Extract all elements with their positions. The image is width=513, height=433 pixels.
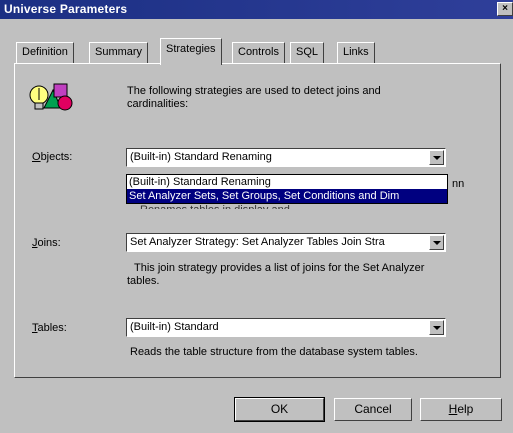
joins-select-value: Set Analyzer Strategy: Set Analyzer Tabl… [130, 236, 385, 248]
tables-label: Tables: [32, 322, 67, 334]
objects-dropdown-list[interactable]: (Built-in) Standard Renaming Set Analyze… [126, 174, 448, 204]
objects-dropdown-button[interactable] [429, 150, 444, 165]
joins-label: Joins: [32, 237, 61, 249]
close-button[interactable]: × [497, 2, 513, 16]
chevron-down-icon [433, 156, 441, 160]
cancel-button[interactable]: Cancel [334, 398, 412, 421]
ok-button[interactable]: OK [234, 397, 325, 422]
tab-sql[interactable]: SQL [290, 42, 325, 63]
help-button[interactable]: Help [420, 398, 502, 421]
objects-option-standard-renaming[interactable]: (Built-in) Standard Renaming [127, 175, 447, 189]
strategies-icon [29, 83, 73, 111]
tab-links[interactable]: Links [337, 42, 375, 63]
objects-select-value: (Built-in) Standard Renaming [130, 151, 272, 163]
universe-parameters-dialog: Universe Parameters × Definition Summary… [0, 0, 513, 433]
tables-dropdown-button[interactable] [429, 320, 444, 335]
intro-line-2: cardinalities: [127, 98, 189, 110]
tab-summary[interactable]: Summary [89, 42, 149, 63]
joins-description-line-2: tables. [127, 275, 160, 287]
tables-select-value: (Built-in) Standard [130, 321, 219, 333]
tab-definition[interactable]: Definition [16, 42, 74, 63]
objects-option-set-analyzer[interactable]: Set Analyzer Sets, Set Groups, Set Condi… [127, 189, 447, 203]
objects-description-hidden: Renames tables in display and [140, 204, 290, 209]
window-title: Universe Parameters [4, 2, 128, 16]
intro-line-1: The following strategies are used to det… [127, 85, 381, 97]
objects-select[interactable]: (Built-in) Standard Renaming [126, 148, 446, 167]
objects-description-peek: nn [452, 178, 465, 190]
tab-controls[interactable]: Controls [232, 42, 285, 63]
joins-description-line-1: This join strategy provides a list of jo… [134, 262, 425, 274]
objects-label: Objects: [32, 151, 73, 163]
chevron-down-icon [433, 326, 441, 330]
title-bar[interactable]: Universe Parameters × [0, 0, 513, 19]
joins-select[interactable]: Set Analyzer Strategy: Set Analyzer Tabl… [126, 233, 446, 252]
tables-description: Reads the table structure from the datab… [130, 346, 418, 358]
joins-dropdown-button[interactable] [429, 235, 444, 250]
tables-select[interactable]: (Built-in) Standard [126, 318, 446, 337]
tab-strategies[interactable]: Strategies [160, 38, 222, 65]
chevron-down-icon [433, 241, 441, 245]
